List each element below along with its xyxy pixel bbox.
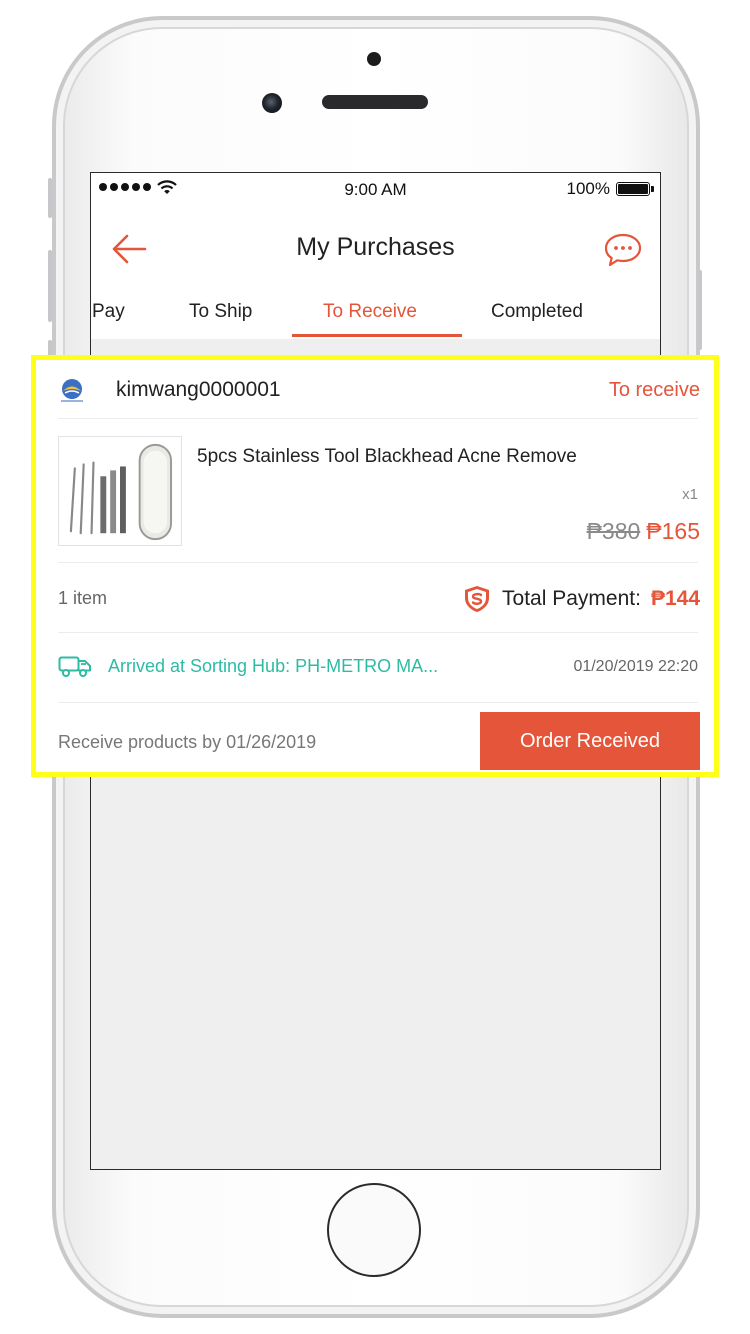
tracking-status[interactable]: Arrived at Sorting Hub: PH-METRO MA... <box>108 656 438 677</box>
original-price: ₱380 <box>586 518 641 544</box>
active-tab-indicator <box>292 334 462 337</box>
price-group: ₱380 ₱165 <box>587 518 700 545</box>
order-tabs: Pay To Ship To Receive Completed <box>91 273 660 339</box>
divider <box>58 562 698 563</box>
discounted-price: ₱165 <box>646 518 700 544</box>
chat-icon[interactable] <box>602 231 644 269</box>
status-bar: 9:00 AM 100% <box>91 173 660 207</box>
product-name[interactable]: 5pcs Stainless Tool Blackhead Acne Remov… <box>197 446 577 468</box>
receive-by-date: Receive products by 01/26/2019 <box>58 732 317 752</box>
front-camera <box>262 93 282 113</box>
divider <box>58 418 698 419</box>
product-quantity: x1 <box>682 486 698 503</box>
tab-to-receive[interactable]: To Receive <box>323 301 417 323</box>
status-right: 100% <box>566 179 654 199</box>
shield-icon <box>465 586 490 612</box>
total-label: Total Payment: <box>502 587 641 610</box>
mute-switch <box>48 178 52 218</box>
order-card[interactable]: kimwang0000001 To receive 5pcs Stainless… <box>36 360 716 772</box>
shop-logo-icon[interactable] <box>58 378 86 404</box>
tab-to-ship[interactable]: To Ship <box>189 301 252 323</box>
tab-completed[interactable]: Completed <box>491 301 583 323</box>
item-count: 1 item <box>58 588 108 608</box>
truck-icon <box>58 656 91 677</box>
battery-icon <box>616 182 654 196</box>
tab-pay[interactable]: Pay <box>92 301 125 323</box>
earpiece-speaker <box>322 95 428 109</box>
divider <box>58 632 698 633</box>
battery-percent: 100% <box>566 179 610 198</box>
page-title: My Purchases <box>296 233 455 261</box>
total-amount: ₱144 <box>650 587 700 610</box>
proximity-sensor <box>367 52 381 66</box>
home-button[interactable] <box>327 1183 421 1277</box>
order-received-button[interactable]: Order Received <box>480 712 700 770</box>
power-button <box>698 270 702 350</box>
order-status: To receive <box>608 379 700 401</box>
shop-name[interactable]: kimwang0000001 <box>116 378 281 402</box>
volume-up-button <box>48 250 52 322</box>
divider <box>58 702 698 703</box>
product-thumbnail[interactable] <box>58 436 182 546</box>
tracking-time: 01/20/2019 22:20 <box>573 658 698 675</box>
total-payment: Total Payment: ₱144 <box>462 584 700 614</box>
